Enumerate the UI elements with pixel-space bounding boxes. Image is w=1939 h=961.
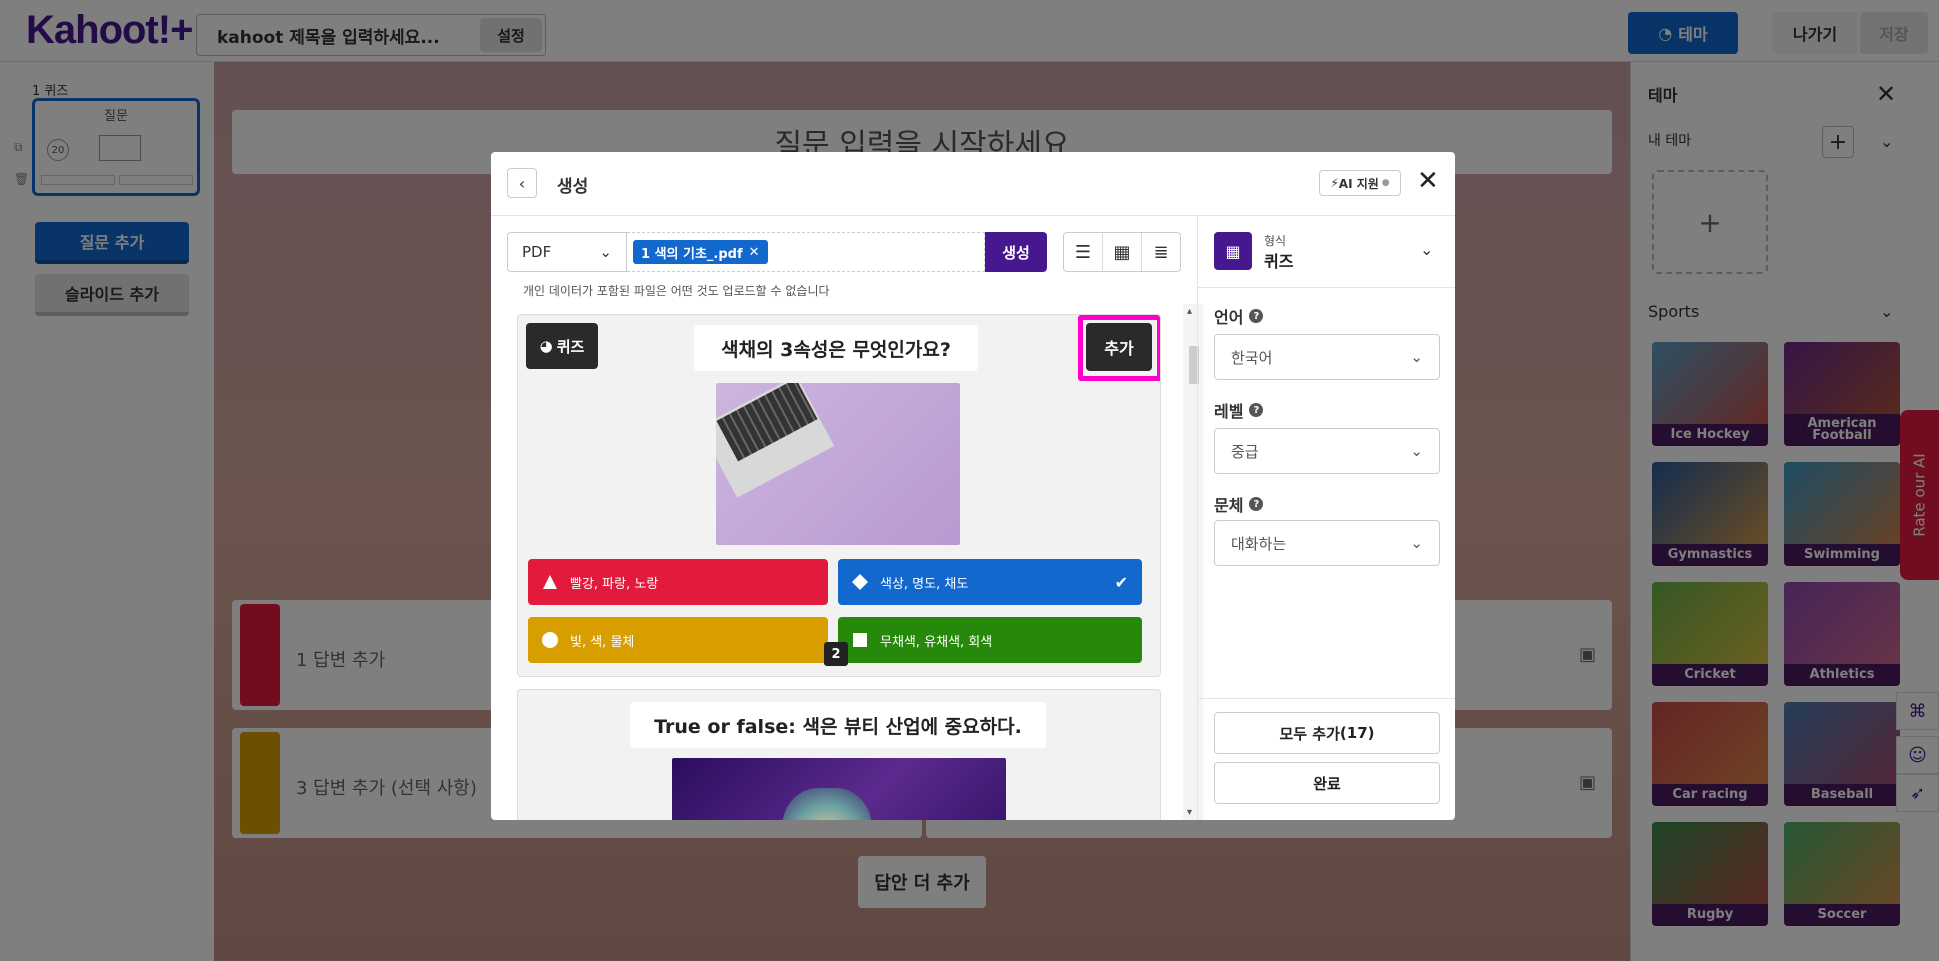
privacy-note: 개인 데이터가 포함된 파일은 어떤 것도 업로드할 수 없습니다 [523, 284, 830, 298]
chevron-down-icon: ⌄ [1420, 240, 1434, 259]
question-image [672, 758, 1006, 820]
question-type-badge: ◕ 퀴즈 [526, 323, 598, 369]
page: Kahoot!+ kahoot 제목을 입력하세요... 설정 ◔ 테마 나가기… [0, 0, 1939, 961]
done-button[interactable]: 완료 [1214, 762, 1440, 804]
answer-text: 무채색, 유채색, 회색 [880, 634, 993, 650]
list-view-icon[interactable]: ☰ [1064, 233, 1103, 271]
question-image [716, 383, 960, 545]
format-select[interactable]: ▦ 형식 퀴즈 ⌄ [1198, 216, 1455, 288]
format-label: 형식 [1264, 234, 1287, 248]
add-question-card-button[interactable]: 추가 [1086, 323, 1152, 371]
help-icon[interactable]: ? [1249, 497, 1264, 511]
generate-button[interactable]: 생성 [985, 232, 1047, 272]
close-icon[interactable]: ✕ [1417, 166, 1439, 196]
chevron-down-icon: ⌄ [1410, 442, 1423, 460]
level-value: 중급 [1231, 442, 1259, 461]
square-icon [853, 633, 867, 647]
style-label-row: 문체 ? [1214, 492, 1264, 516]
level-label-row: 레벨 ? [1214, 398, 1264, 422]
file-name: 1 색의 기초_.pdf [641, 246, 743, 262]
language-select[interactable]: 한국어 ⌄ [1214, 334, 1440, 380]
divider [1198, 698, 1455, 699]
generate-modal: ‹ 생성 ⚡ AI 지원 ● ✕ PDF ⌄ 1 색의 기초_.pdf ✕ 생성… [491, 152, 1455, 820]
modal-header: ‹ 생성 ⚡ AI 지원 ● ✕ [491, 152, 1455, 216]
add-all-label: 모두 추가 [1279, 724, 1340, 743]
view-toggle: ☰ ▦ ≣ [1063, 232, 1181, 272]
modal-title: 생성 [557, 177, 589, 197]
quiz-icon: ◕ [539, 337, 553, 355]
level-select[interactable]: 중급 ⌄ [1214, 428, 1440, 474]
scroll-up-icon[interactable]: ▴ [1187, 306, 1192, 317]
question-text: 색채의 3속성은 무엇인가요? [694, 325, 978, 371]
question-text: True or false: 색은 뷰티 산업에 중요하다. [630, 702, 1046, 748]
question-type-label: 퀴즈 [556, 337, 585, 356]
answer-text: 색상, 명도, 채도 [880, 576, 969, 592]
glow-shape [782, 788, 872, 820]
triangle-icon [543, 575, 557, 589]
circle-icon [542, 632, 558, 648]
question-card: ◕ 퀴즈 색채의 3속성은 무엇인가요? 추가 빨강, 파랑, 노랑 색상, 명… [517, 314, 1161, 677]
info-icon: ● [1381, 178, 1390, 188]
check-icon: ✔ [1114, 572, 1128, 592]
diamond-icon [852, 574, 868, 590]
quiz-format-icon: ▦ [1214, 232, 1252, 270]
generated-questions-list: ◕ 퀴즈 색채의 3속성은 무엇인가요? 추가 빨강, 파랑, 노랑 색상, 명… [507, 304, 1207, 820]
file-drop-area[interactable]: 1 색의 기초_.pdf ✕ [627, 232, 985, 272]
language-label: 언어 [1214, 308, 1244, 327]
style-select[interactable]: 대화하는 ⌄ [1214, 520, 1440, 566]
source-type-value: PDF [522, 243, 552, 261]
ai-assist-badge[interactable]: ⚡ AI 지원 ● [1319, 170, 1401, 196]
file-chip[interactable]: 1 색의 기초_.pdf ✕ [633, 240, 768, 264]
help-icon[interactable]: ? [1249, 403, 1264, 417]
source-type-select[interactable]: PDF ⌄ [507, 232, 627, 272]
answer-option: 빛, 색, 물체 [528, 617, 828, 663]
add-all-count: (17) [1339, 724, 1375, 742]
ai-badge-label: AI 지원 [1338, 176, 1379, 191]
detail-view-icon[interactable]: ≣ [1142, 233, 1180, 271]
help-icon[interactable]: ? [1249, 309, 1264, 323]
chevron-down-icon: ⌄ [1410, 534, 1423, 552]
bolt-icon: ⚡ [1330, 176, 1339, 190]
scroll-down-icon[interactable]: ▾ [1187, 807, 1192, 818]
level-label: 레벨 [1214, 402, 1244, 421]
answer-text: 빛, 색, 물체 [570, 634, 635, 650]
answer-option: 색상, 명도, 채도 ✔ [838, 559, 1142, 605]
source-page-badge: 2 [824, 642, 848, 666]
language-value: 한국어 [1231, 348, 1273, 367]
style-label: 문체 [1214, 496, 1244, 515]
format-value: 퀴즈 [1264, 252, 1294, 271]
style-value: 대화하는 [1231, 534, 1287, 553]
language-label-row: 언어 ? [1214, 304, 1264, 328]
add-all-button[interactable]: 모두 추가 (17) [1214, 712, 1440, 754]
remove-file-icon[interactable]: ✕ [749, 245, 760, 260]
grid-view-icon[interactable]: ▦ [1103, 233, 1142, 271]
answer-text: 빨강, 파랑, 노랑 [570, 576, 659, 592]
chevron-down-icon: ⌄ [1410, 348, 1423, 366]
chevron-down-icon: ⌄ [599, 243, 612, 261]
answer-option: 빨강, 파랑, 노랑 [528, 559, 828, 605]
back-button[interactable]: ‹ [507, 168, 537, 198]
generation-settings: ▦ 형식 퀴즈 ⌄ 언어 ? 한국어 ⌄ 레벨 ? 중급 ⌄ 문체 ? 대화하는… [1197, 216, 1455, 820]
chevron-left-icon: ‹ [518, 173, 526, 193]
answer-option: 무채색, 유채색, 회색 [838, 617, 1142, 663]
question-card: True or false: 색은 뷰티 산업에 중요하다. [517, 689, 1161, 820]
